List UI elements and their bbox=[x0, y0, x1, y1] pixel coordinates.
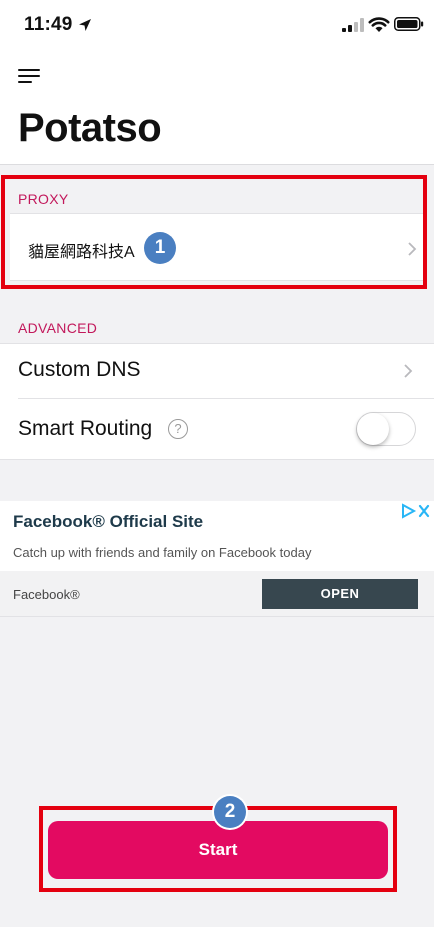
ad-title[interactable]: Facebook® Official Site bbox=[13, 512, 203, 532]
hamburger-menu-icon[interactable] bbox=[18, 66, 42, 86]
ad-description: Catch up with friends and family on Face… bbox=[13, 545, 312, 560]
page-title: Potatso bbox=[18, 106, 162, 150]
location-arrow-icon bbox=[79, 19, 91, 31]
help-icon[interactable]: ? bbox=[168, 419, 188, 439]
chevron-right-icon bbox=[404, 364, 413, 378]
wifi-icon bbox=[368, 17, 390, 32]
battery-icon bbox=[394, 17, 424, 31]
step-badge-2: 2 bbox=[214, 796, 246, 828]
header-divider bbox=[0, 164, 434, 165]
advanced-section-header: ADVANCED bbox=[18, 320, 98, 336]
smart-routing-label: Smart Routing bbox=[18, 417, 153, 440]
custom-dns-label: Custom DNS bbox=[18, 358, 141, 381]
ad-choices-icon[interactable] bbox=[401, 503, 431, 519]
ad-open-button[interactable]: OPEN bbox=[262, 579, 418, 609]
proxy-highlight-frame bbox=[1, 175, 427, 289]
start-button[interactable]: Start bbox=[48, 821, 388, 879]
ad-source: Facebook® bbox=[13, 587, 80, 602]
toggle-knob bbox=[357, 413, 389, 445]
signal-icon bbox=[342, 18, 364, 32]
row-divider bbox=[18, 398, 434, 399]
status-time: 11:49 bbox=[24, 14, 73, 35]
